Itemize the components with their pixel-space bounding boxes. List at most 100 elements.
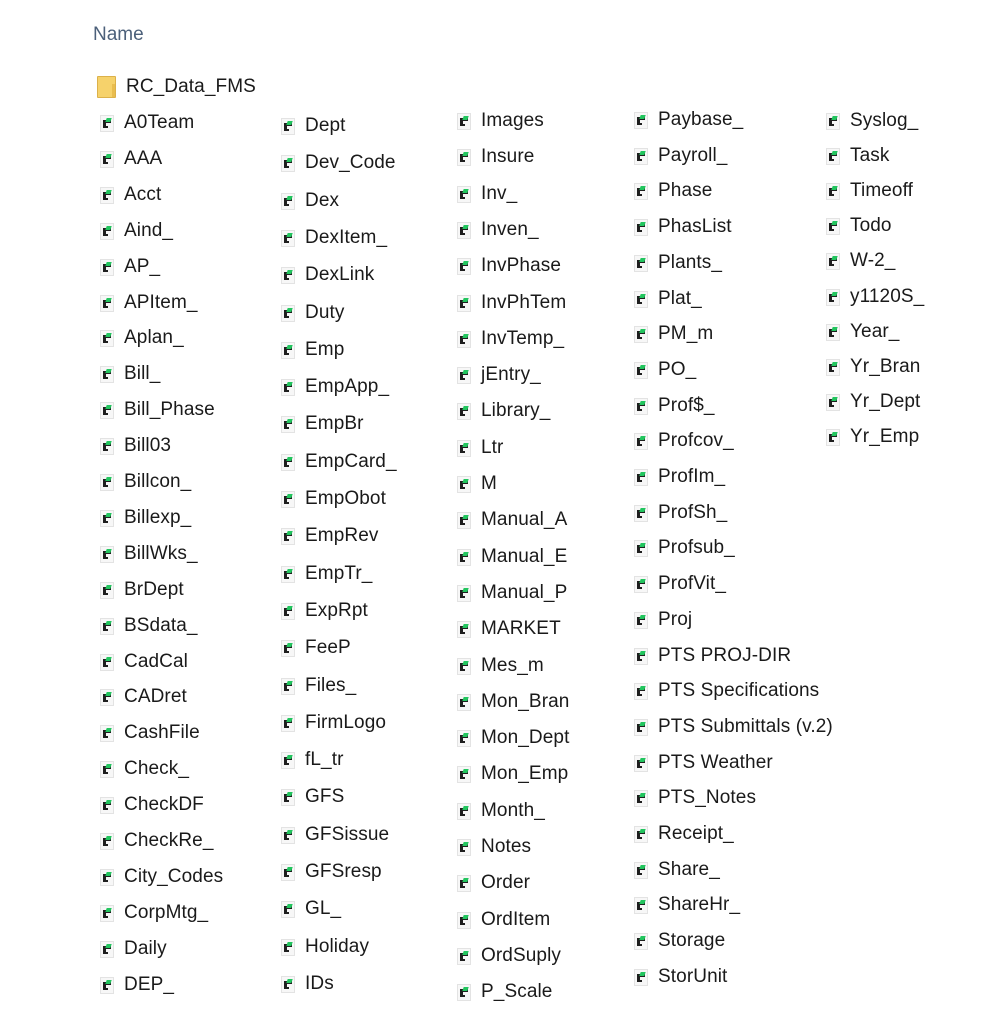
file-item[interactable]: CashFile: [100, 718, 200, 748]
file-item[interactable]: fL_tr: [281, 745, 344, 775]
file-item[interactable]: M: [457, 469, 497, 499]
file-item[interactable]: ShareHr_: [634, 890, 740, 920]
file-item[interactable]: P_Scale: [457, 977, 552, 1007]
file-item[interactable]: PTS PROJ-DIR: [634, 641, 791, 671]
file-item[interactable]: CheckRe_: [100, 826, 214, 856]
file-item[interactable]: ProfIm_: [634, 462, 725, 492]
file-item[interactable]: PTS Specifications: [634, 676, 819, 706]
file-item[interactable]: Timeoff: [826, 176, 913, 206]
file-item[interactable]: Billcon_: [100, 467, 191, 497]
file-item[interactable]: DexLink: [281, 260, 374, 290]
file-item[interactable]: Mon_Bran: [457, 687, 569, 717]
file-item[interactable]: City_Codes: [100, 862, 223, 892]
file-item[interactable]: Receipt_: [634, 819, 734, 849]
file-item[interactable]: Dex: [281, 186, 339, 216]
file-item[interactable]: y1120S_: [826, 282, 924, 312]
file-item[interactable]: Billexp_: [100, 503, 191, 533]
file-item[interactable]: Acct: [100, 180, 161, 210]
file-item[interactable]: AAA: [100, 144, 162, 174]
file-item[interactable]: Paybase_: [634, 105, 743, 135]
file-item[interactable]: CorpMtg_: [100, 898, 208, 928]
file-item[interactable]: Library_: [457, 396, 550, 426]
file-item[interactable]: FirmLogo: [281, 708, 386, 738]
file-item[interactable]: Phase: [634, 176, 712, 206]
file-item[interactable]: Bill_Phase: [100, 395, 215, 425]
file-item[interactable]: GFSissue: [281, 820, 389, 850]
file-item[interactable]: InvPhase: [457, 251, 561, 281]
file-item[interactable]: EmpCard_: [281, 447, 397, 477]
file-item[interactable]: Bill03: [100, 431, 171, 461]
file-item[interactable]: Order: [457, 868, 530, 898]
file-item[interactable]: Plants_: [634, 248, 722, 278]
file-item[interactable]: Images: [457, 106, 544, 136]
file-item[interactable]: EmpBr: [281, 409, 364, 439]
file-item[interactable]: Month_: [457, 796, 545, 826]
file-item[interactable]: Proj: [634, 605, 692, 635]
file-item[interactable]: APItem_: [100, 288, 198, 318]
file-item[interactable]: Mon_Dept: [457, 723, 569, 753]
file-item[interactable]: AP_: [100, 252, 160, 282]
file-item[interactable]: CADret: [100, 682, 187, 712]
file-item[interactable]: EmpObot: [281, 484, 386, 514]
file-item[interactable]: BSdata_: [100, 611, 198, 641]
file-item[interactable]: Manual_A: [457, 505, 567, 535]
file-item[interactable]: Yr_Emp: [826, 422, 919, 452]
file-item[interactable]: ProfSh_: [634, 498, 727, 528]
file-item[interactable]: BillWks_: [100, 539, 198, 569]
file-item[interactable]: Aind_: [100, 216, 173, 246]
file-item[interactable]: PhasList: [634, 212, 732, 242]
file-item[interactable]: GFS: [281, 782, 344, 812]
file-item[interactable]: W-2_: [826, 246, 895, 276]
file-item[interactable]: Dept: [281, 111, 346, 141]
file-item[interactable]: PO_: [634, 355, 696, 385]
file-item[interactable]: CadCal: [100, 647, 188, 677]
file-item[interactable]: jEntry_: [457, 360, 541, 390]
file-item[interactable]: ProfVit_: [634, 569, 726, 599]
file-item[interactable]: CheckDF: [100, 790, 204, 820]
file-item[interactable]: EmpApp_: [281, 372, 389, 402]
file-item[interactable]: Duty: [281, 298, 344, 328]
file-item[interactable]: PM_m: [634, 319, 713, 349]
file-item[interactable]: EmpRev: [281, 521, 378, 551]
file-item[interactable]: StorUnit: [634, 962, 727, 992]
file-item[interactable]: InvPhTem: [457, 288, 566, 318]
file-item[interactable]: OrdItem: [457, 905, 550, 935]
file-item[interactable]: Year_: [826, 317, 899, 347]
file-item[interactable]: Insure: [457, 142, 534, 172]
file-item[interactable]: PTS Submittals (v.2): [634, 712, 833, 742]
file-item[interactable]: Ltr: [457, 433, 503, 463]
file-item[interactable]: FeeP: [281, 633, 351, 663]
file-item[interactable]: Todo: [826, 211, 892, 241]
file-item[interactable]: InvTemp_: [457, 324, 564, 354]
file-item[interactable]: A0Team: [100, 108, 194, 138]
file-item[interactable]: Aplan_: [100, 323, 184, 353]
file-item[interactable]: Manual_E: [457, 542, 567, 572]
name-column-header[interactable]: Name: [93, 24, 144, 46]
file-item[interactable]: PTS Weather: [634, 748, 773, 778]
file-item[interactable]: Mon_Emp: [457, 759, 568, 789]
file-item[interactable]: MARKET: [457, 614, 561, 644]
file-item[interactable]: IDs: [281, 969, 334, 999]
file-item[interactable]: GL_: [281, 894, 341, 924]
file-item[interactable]: Mes_m: [457, 651, 544, 681]
file-item[interactable]: Manual_P: [457, 578, 567, 608]
file-item[interactable]: ExpRpt: [281, 596, 368, 626]
file-item[interactable]: OrdSuply: [457, 941, 561, 971]
file-item[interactable]: Daily: [100, 934, 167, 964]
file-item[interactable]: Profcov_: [634, 426, 734, 456]
file-item[interactable]: Payroll_: [634, 141, 727, 171]
file-item[interactable]: Yr_Bran: [826, 352, 920, 382]
file-item[interactable]: DEP_: [100, 970, 174, 1000]
file-item[interactable]: DexItem_: [281, 223, 387, 253]
file-item[interactable]: Holiday: [281, 932, 369, 962]
file-item[interactable]: Profsub_: [634, 533, 735, 563]
file-item[interactable]: Plat_: [634, 284, 702, 314]
file-item[interactable]: Storage: [634, 926, 725, 956]
file-item[interactable]: Syslog_: [826, 106, 918, 136]
file-item[interactable]: Inven_: [457, 215, 539, 245]
file-item[interactable]: Emp: [281, 335, 344, 365]
file-item[interactable]: EmpTr_: [281, 559, 372, 589]
file-item[interactable]: BrDept: [100, 575, 184, 605]
file-item[interactable]: Check_: [100, 754, 189, 784]
file-item[interactable]: Share_: [634, 855, 720, 885]
